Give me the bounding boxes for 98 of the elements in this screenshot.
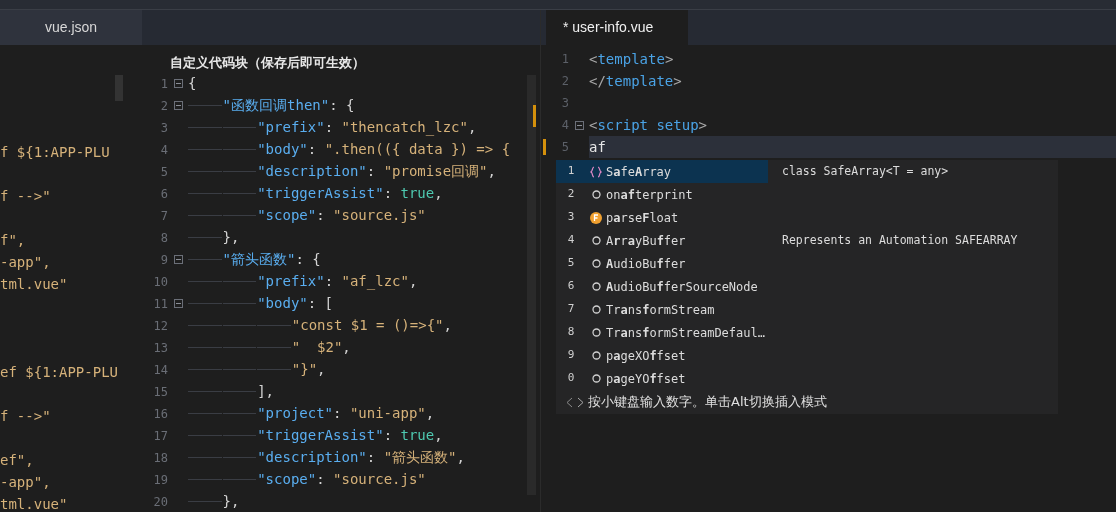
suggestion-item[interactable]: 3 parseFloat bbox=[556, 206, 1058, 229]
code-text: f -->" bbox=[0, 408, 51, 424]
code-line: "scope": "source.js" bbox=[257, 206, 426, 225]
code-line: "prefix": "af_lzc", bbox=[257, 272, 418, 292]
line-number: 7 bbox=[159, 207, 168, 225]
suggestion-item[interactable]: 0 pageYOffset bbox=[556, 367, 1058, 390]
code-line: <script setup> bbox=[589, 116, 708, 133]
line-number: 1 bbox=[560, 51, 569, 68]
code-line: { bbox=[188, 74, 197, 93]
circle-icon bbox=[591, 351, 601, 360]
code-text: -app", bbox=[0, 254, 51, 270]
circle-icon bbox=[591, 236, 601, 245]
line-number: 20 bbox=[152, 493, 168, 511]
suggestion-item[interactable]: 1 SafeArray class SafeArray<T = any> bbox=[556, 160, 1058, 183]
code-line: <template> bbox=[589, 50, 674, 67]
chevron-left-icon[interactable] bbox=[566, 396, 573, 408]
editor-tab[interactable]: * user-info.vue bbox=[546, 10, 688, 45]
circle-icon bbox=[591, 374, 601, 383]
line-number: 3 bbox=[159, 119, 168, 137]
line-number: 8 bbox=[159, 229, 168, 247]
line-number: 11 bbox=[152, 295, 168, 313]
line-number: 19 bbox=[152, 471, 168, 489]
line-number: 4 bbox=[560, 117, 569, 134]
line-number: 9 bbox=[159, 251, 168, 269]
circle-icon bbox=[591, 282, 601, 291]
line-number: 5 bbox=[560, 139, 569, 156]
line-number: 13 bbox=[152, 339, 168, 357]
code-text: f", bbox=[0, 232, 26, 248]
suggestion-detail: Represents an Automation SAFEARRAY bbox=[782, 231, 1018, 249]
code-text: f ${1:APP-PLU bbox=[0, 144, 110, 160]
suggestion-item[interactable]: 9 pageXOffset bbox=[556, 344, 1058, 367]
code-text: ef ${1:APP-PLU bbox=[0, 364, 118, 380]
line-number: 18 bbox=[152, 449, 168, 467]
change-marker bbox=[543, 139, 546, 155]
fold-toggle-icon[interactable] bbox=[574, 120, 584, 130]
scroll-marker bbox=[533, 105, 536, 127]
panel-heading: 自定义代码块（保存后即可生效） bbox=[170, 54, 365, 72]
code-line: "const $1 = ()=>{", bbox=[291, 316, 452, 335]
code-line: "body": [ bbox=[257, 294, 334, 313]
circle-icon bbox=[591, 328, 601, 337]
line-number: 1 bbox=[159, 75, 168, 93]
suggestion-detail: class SafeArray<T = any> bbox=[782, 162, 949, 180]
code-line: "scope": "source.js" bbox=[257, 470, 426, 489]
line-number: 3 bbox=[560, 95, 569, 112]
code-text: f -->" bbox=[0, 188, 51, 204]
code-line: "body": ".then(({ data }) => { bbox=[257, 140, 511, 159]
code-text: tml.vue" bbox=[0, 276, 68, 292]
code-text: tml.vue" bbox=[0, 496, 68, 512]
code-line: "triggerAssist": true, bbox=[257, 184, 443, 203]
code-line: }, bbox=[222, 228, 240, 247]
indent-guide bbox=[188, 501, 222, 502]
line-number: 2 bbox=[159, 97, 168, 115]
suggestion-item[interactable]: 7 TransformStream bbox=[556, 298, 1058, 321]
editor-tab[interactable]: vue.json bbox=[0, 10, 142, 45]
code-line: "triggerAssist": true, bbox=[257, 426, 443, 445]
suggestion-item[interactable]: 5 AudioBuffer bbox=[556, 252, 1058, 275]
line-number: 10 bbox=[152, 273, 168, 291]
code-line: "project": "uni-app", bbox=[257, 404, 435, 423]
line-number: 5 bbox=[159, 163, 168, 181]
indent-guide bbox=[188, 237, 222, 238]
circle-icon bbox=[591, 259, 601, 268]
code-text: -app", bbox=[0, 474, 51, 490]
function-icon bbox=[590, 211, 602, 224]
code-line: " $2", bbox=[291, 338, 351, 357]
line-number: 16 bbox=[152, 405, 168, 423]
code-line: "description": "promise回调", bbox=[257, 162, 496, 181]
suggestion-item[interactable]: 4 ArrayBuffer Represents an Automation SAFEARRAY bbox=[556, 229, 1058, 252]
chevron-right-icon[interactable] bbox=[577, 396, 584, 408]
code-line: ], bbox=[257, 382, 275, 401]
code-line: "prefix": "thencatch_lzc", bbox=[257, 118, 477, 138]
line-number: 4 bbox=[159, 141, 168, 159]
code-line: "函数回调then": { bbox=[222, 96, 355, 115]
hint-text: 按小键盘输入数字。单击Alt切换插入模式 bbox=[588, 393, 827, 412]
fold-toggle-icon[interactable] bbox=[173, 299, 183, 308]
code-line: }, bbox=[222, 492, 240, 511]
line-number: 2 bbox=[560, 73, 569, 90]
code-line: </template> bbox=[589, 72, 682, 89]
fold-toggle-icon[interactable] bbox=[173, 255, 183, 264]
fold-toggle-icon[interactable] bbox=[173, 101, 183, 110]
indent-guide bbox=[188, 259, 222, 260]
suggestion-item[interactable]: 8 TransformStreamDefaul… bbox=[556, 321, 1058, 344]
indent-guide bbox=[188, 105, 222, 106]
code-line: "箭头函数": { bbox=[222, 250, 321, 269]
code-text: ef", bbox=[0, 452, 34, 468]
suggestion-item[interactable]: 6 AudioBufferSourceNode bbox=[556, 275, 1058, 298]
circle-icon bbox=[591, 305, 601, 314]
line-number: 15 bbox=[152, 383, 168, 401]
suggestion-item[interactable]: 2 onafterprint bbox=[556, 183, 1058, 206]
line-number: 17 bbox=[152, 427, 168, 445]
fold-toggle-icon[interactable] bbox=[173, 79, 183, 88]
line-number: 12 bbox=[152, 317, 168, 335]
line-number: 14 bbox=[152, 361, 168, 379]
braces-icon bbox=[590, 165, 602, 178]
code-line: af bbox=[589, 138, 606, 155]
code-line: "}", bbox=[291, 360, 326, 379]
line-number: 6 bbox=[159, 185, 168, 203]
circle-icon bbox=[591, 190, 601, 199]
code-line: "description": "箭头函数", bbox=[257, 448, 465, 467]
